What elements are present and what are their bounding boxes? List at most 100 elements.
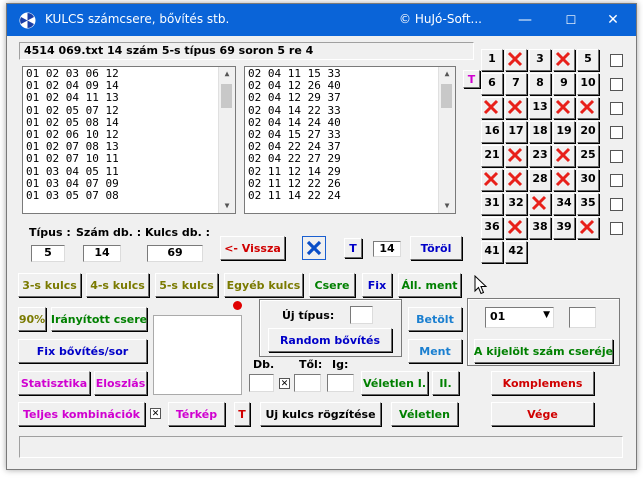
number-button[interactable]: 3 [529, 49, 551, 71]
kulcs3-button[interactable]: 3-s kulcs [18, 273, 81, 297]
number-button[interactable]: 19 [553, 121, 575, 143]
crossed-number-button[interactable] [553, 97, 575, 119]
list-item[interactable]: 01 02 04 11 13 [26, 92, 232, 104]
crossed-number-button[interactable] [505, 97, 527, 119]
crossed-number-button[interactable] [529, 193, 551, 215]
teljes-kombinaciok-button[interactable]: Teljes kombinációk [18, 402, 145, 426]
number-button[interactable]: 18 [529, 121, 551, 143]
vissza-button[interactable]: <- Vissza [220, 236, 285, 260]
x-checkbox-icon[interactable]: ✕ [279, 378, 290, 389]
list-item[interactable]: 02 04 22 27 29 [248, 153, 452, 165]
fix-bovites-button[interactable]: Fix bővítés/sor [18, 339, 147, 363]
number-dropdown[interactable]: 01 ▼ [485, 307, 554, 328]
statisztika-button[interactable]: Statisztika [18, 371, 90, 395]
number-button[interactable]: 9 [553, 73, 575, 95]
row-checkbox[interactable] [610, 222, 623, 235]
number-button[interactable]: 39 [553, 217, 575, 239]
crossed-number-button[interactable] [505, 169, 527, 191]
row-checkbox[interactable] [610, 198, 623, 211]
uj-tipus-input[interactable] [350, 306, 373, 324]
left-list-scrollbar[interactable]: ▲ ▼ [218, 67, 235, 213]
list-item[interactable]: 02 04 14 22 33 [248, 104, 452, 117]
number-button[interactable]: 21 [481, 145, 503, 167]
number-button[interactable]: 20 [577, 121, 599, 143]
crossed-number-button[interactable] [481, 97, 503, 119]
ig-input[interactable] [327, 374, 354, 392]
number-button[interactable]: 10 [577, 73, 599, 95]
crossed-number-button[interactable] [505, 145, 527, 167]
crossed-number-button[interactable] [577, 97, 599, 119]
scroll-thumb[interactable] [221, 84, 232, 108]
right-combination-list[interactable]: 02 04 11 15 33 02 04 12 26 40 02 04 12 29 … [244, 66, 456, 214]
number-button[interactable]: 17 [505, 121, 527, 143]
left-combination-list[interactable]: 01 02 03 06 12 01 02 04 09 14 01 02 04 11 … [22, 66, 236, 214]
fix-button[interactable]: Fix [362, 273, 392, 297]
number-button[interactable]: 7 [505, 73, 527, 95]
crossed-number-button[interactable] [577, 217, 599, 239]
veletlen-ii-button[interactable]: II. [432, 371, 459, 395]
kulcs5-button[interactable]: 5-s kulcs [155, 273, 218, 297]
row-checkbox[interactable] [610, 54, 623, 67]
close-button[interactable]: ✕ [590, 4, 636, 36]
replacement-input[interactable] [569, 307, 596, 328]
chevron-down-icon[interactable]: ▼ [543, 310, 550, 320]
percent-button[interactable]: 90% [18, 307, 46, 331]
egyeb-kulcs-button[interactable]: Egyéb kulcs [224, 273, 303, 297]
number-button[interactable]: 5 [577, 49, 599, 71]
minimize-button[interactable]: — [502, 4, 548, 36]
x-toggle-button[interactable] [302, 236, 326, 260]
crossed-number-button[interactable] [481, 169, 503, 191]
random-bovites-button[interactable]: Random bővítés [268, 328, 392, 352]
number-button[interactable]: 1 [481, 49, 503, 71]
iranyitott-csere-button[interactable]: Irányított csere [51, 307, 147, 331]
crossed-number-button[interactable] [553, 145, 575, 167]
scroll-thumb[interactable] [441, 84, 452, 108]
terkep-button[interactable]: Térkép [168, 402, 225, 426]
db-input[interactable] [249, 374, 274, 392]
scroll-up-icon[interactable]: ▲ [439, 67, 455, 81]
torol-button[interactable]: Töröl [410, 236, 462, 260]
number-button[interactable]: 35 [577, 193, 599, 215]
crossed-number-button[interactable] [505, 49, 527, 71]
row-checkbox[interactable] [610, 150, 623, 163]
all-ment-button[interactable]: Áll. ment [398, 273, 461, 297]
number-button[interactable]: 32 [505, 193, 527, 215]
list-item[interactable]: 02 11 12 14 29 [248, 165, 452, 178]
betolt-button[interactable]: Betölt [408, 307, 462, 331]
csere-button[interactable]: Csere [309, 273, 355, 297]
list-item[interactable]: 01 02 07 10 11 [26, 153, 232, 165]
number-button[interactable]: 30 [577, 169, 599, 191]
number-button[interactable]: 13 [529, 97, 551, 119]
number-button[interactable]: 8 [529, 73, 551, 95]
number-button[interactable]: 23 [529, 145, 551, 167]
scroll-up-icon[interactable]: ▲ [219, 67, 235, 81]
kulcs4-button[interactable]: 4-s kulcs [86, 273, 149, 297]
x-checkbox-icon[interactable]: ✕ [150, 408, 161, 419]
ment-button[interactable]: Ment [408, 339, 462, 363]
row-checkbox[interactable] [610, 78, 623, 91]
crossed-number-button[interactable] [505, 217, 527, 239]
right-list-scrollbar[interactable]: ▲ ▼ [438, 67, 455, 213]
number-button[interactable]: 16 [481, 121, 503, 143]
list-item[interactable]: 02 11 14 22 24 [248, 189, 452, 202]
t-button[interactable]: T [344, 238, 362, 258]
list-item[interactable]: 01 02 05 07 12 [26, 104, 232, 117]
list-item[interactable]: 01 03 05 07 08 [26, 189, 232, 202]
crossed-number-button[interactable] [553, 49, 575, 71]
t-red-button[interactable]: T [234, 402, 250, 426]
list-item[interactable]: 01 03 04 05 11 [26, 165, 232, 178]
maximize-button[interactable]: ☐ [548, 4, 594, 36]
uj-kulcs-button[interactable]: Uj kulcs rögzítése [260, 402, 381, 426]
veletlen-i-button[interactable]: Véletlen I. [361, 371, 428, 395]
komplemens-button[interactable]: Komplemens [491, 371, 594, 395]
t-small-button[interactable]: T [463, 70, 480, 88]
row-checkbox[interactable] [610, 102, 623, 115]
scroll-down-icon[interactable]: ▼ [439, 199, 455, 213]
number-button[interactable]: 42 [505, 241, 527, 263]
vege-button[interactable]: Vége [491, 402, 594, 426]
number-button[interactable]: 31 [481, 193, 503, 215]
kijelolt-csere-button[interactable]: A kijelölt szám cseréje [474, 339, 613, 363]
row-checkbox[interactable] [610, 174, 623, 187]
veletlen-button[interactable]: Véletlen [391, 402, 458, 426]
number-button[interactable]: 38 [529, 217, 551, 239]
